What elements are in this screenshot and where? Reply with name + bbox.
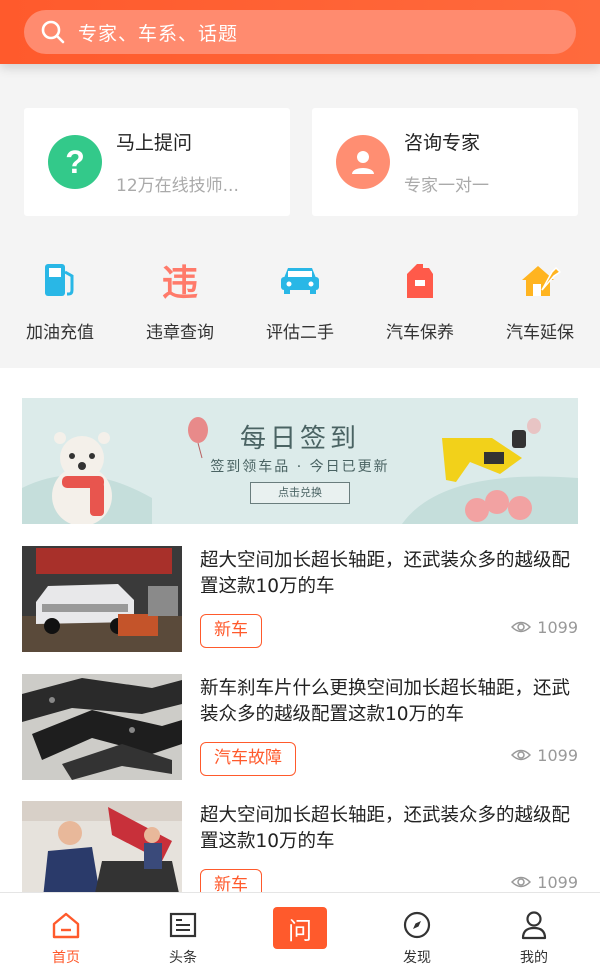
- article-title: 新车刹车片什么更换空间加长超长轴距，还武装众多的越级配置这款10万的车: [200, 678, 571, 725]
- quick-item-used-car[interactable]: 评估二手: [240, 258, 360, 343]
- tab-label: 首页: [52, 950, 80, 966]
- car-icon: [240, 258, 360, 302]
- quick-item-label: 汽车延保: [506, 323, 574, 343]
- article-title: 超大空间加长超长轴距，还武装众多的越级配置这款10万的车: [200, 805, 571, 852]
- article-thumbnail: [22, 546, 182, 652]
- daily-checkin-banner[interactable]: 每日签到 签到领车品 · 今日已更新 点击兑换: [22, 398, 578, 524]
- bottom-tab-bar: 首页 头条 问 发现 我的: [0, 892, 600, 973]
- house-wrench-icon: [480, 258, 600, 302]
- article-item[interactable]: 新车刹车片什么更换空间加长超长轴距，还武装众多的越级配置这款10万的车 汽车故障…: [22, 674, 578, 782]
- quick-item-label: 汽车保养: [386, 323, 454, 343]
- violation-icon: 违: [161, 263, 198, 304]
- quick-item-violation[interactable]: 违 违章查询: [120, 258, 240, 343]
- view-count-value: 1099: [537, 617, 578, 637]
- card-title: 咨询专家: [404, 132, 481, 154]
- view-count: 1099: [511, 744, 578, 766]
- fuel-pump-icon: [0, 258, 120, 302]
- view-count-value: 1099: [537, 872, 578, 892]
- quick-item-maintenance[interactable]: 汽车保养: [360, 258, 480, 343]
- tab-mine[interactable]: 我的: [474, 893, 594, 973]
- tab-label: 发现: [403, 950, 431, 966]
- consult-expert-card[interactable]: 咨询专家 专家一对一: [312, 108, 578, 216]
- ask-question-card[interactable]: ? 马上提问 12万在线技师...: [24, 108, 290, 216]
- eye-icon: [511, 876, 532, 888]
- card-title: 马上提问: [116, 132, 193, 154]
- article-tag[interactable]: 汽车故障: [200, 742, 296, 776]
- tab-label: 头条: [169, 950, 197, 966]
- tab-news[interactable]: 头条: [123, 893, 243, 973]
- person-icon: [474, 905, 594, 945]
- banner-title: 每日签到: [239, 424, 360, 454]
- eye-icon: [511, 621, 532, 633]
- eye-icon: [511, 749, 532, 761]
- redeem-button[interactable]: 点击兑换: [250, 482, 350, 504]
- view-count-value: 1099: [537, 745, 578, 765]
- search-bar[interactable]: 专家、车系、话题: [24, 10, 576, 54]
- question-icon: ?: [48, 135, 102, 189]
- quick-item-label: 违章查询: [146, 323, 214, 343]
- quick-item-refuel[interactable]: 加油充值: [0, 258, 120, 343]
- search-placeholder: 专家、车系、话题: [78, 22, 239, 45]
- news-icon: [123, 905, 243, 945]
- user-icon: [336, 135, 390, 189]
- article-thumbnail: [22, 674, 182, 780]
- banner-subtitle: 签到领车品 · 今日已更新: [210, 459, 390, 475]
- oil-can-icon: [360, 258, 480, 302]
- article-tag[interactable]: 新车: [200, 614, 262, 648]
- home-icon: [6, 905, 126, 945]
- card-subtitle: 12万在线技师...: [116, 176, 239, 196]
- ask-icon[interactable]: 问: [273, 907, 327, 949]
- top-header: 专家、车系、话题: [0, 0, 600, 64]
- article-item[interactable]: 超大空间加长超长轴距，还武装众多的越级配置这款10万的车 新车 1099: [22, 546, 578, 654]
- quick-item-label: 评估二手: [266, 323, 334, 343]
- quick-menu: 加油充值 违 违章查询 评估二手 汽车保养 汽车延保: [0, 258, 600, 348]
- article-title: 超大空间加长超长轴距，还武装众多的越级配置这款10万的车: [200, 550, 571, 597]
- tab-label: 我的: [520, 950, 548, 966]
- quick-item-label: 加油充值: [26, 323, 94, 343]
- svg-text:?: ?: [65, 145, 85, 179]
- view-count: 1099: [511, 871, 578, 893]
- view-count: 1099: [511, 616, 578, 638]
- tab-ask[interactable]: 问: [240, 893, 360, 973]
- search-icon: [41, 20, 65, 44]
- compass-icon: [357, 905, 477, 945]
- tab-discover[interactable]: 发现: [357, 893, 477, 973]
- tab-home[interactable]: 首页: [6, 893, 126, 973]
- card-subtitle: 专家一对一: [404, 176, 489, 196]
- quick-item-warranty[interactable]: 汽车延保: [480, 258, 600, 343]
